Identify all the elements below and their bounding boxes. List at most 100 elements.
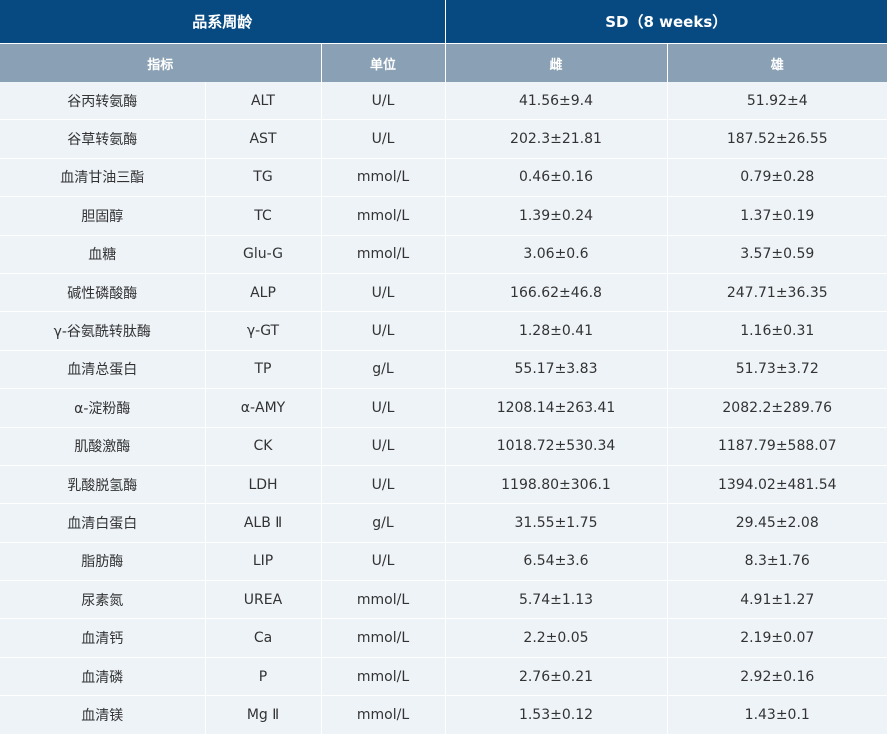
table-row: 血清磷 Pmmol/L 2.76±0.21 2.92±0.16 bbox=[0, 657, 887, 697]
table-row: 血清甘油三酯 TG mmol/L 0.46±0.16 0.79±0.28 bbox=[0, 158, 887, 198]
female-value-cell: 166.62±46.8 bbox=[445, 273, 668, 313]
indicator-abbr-cell: LDH bbox=[205, 465, 322, 505]
female-value-cell: 55.17±3.83 bbox=[445, 350, 668, 390]
indicator-abbr-cell: γ-GT bbox=[205, 311, 322, 351]
indicator-abbr-cell: AST bbox=[205, 119, 322, 159]
indicator-name-cell: 肌酸激酶 bbox=[0, 427, 206, 466]
indicator-abbr-cell: CK bbox=[205, 427, 322, 466]
male-value-cell: 187.52±26.55 bbox=[667, 119, 887, 159]
unit-cell: mmol/L bbox=[321, 618, 446, 658]
female-value-cell: 0.46±0.16 bbox=[445, 158, 668, 198]
female-value-cell: 2.76±0.21 bbox=[445, 657, 668, 697]
indicator-abbr-cell: TP bbox=[205, 350, 322, 390]
male-value-cell: 2.19±0.07 bbox=[667, 618, 887, 658]
female-value-cell: 41.56±9.4 bbox=[445, 82, 668, 121]
male-value-cell: 2082.2±289.76 bbox=[667, 388, 887, 428]
header-row-sub: 指标 单位 雌 雄 bbox=[0, 43, 887, 82]
indicator-abbr-cell: TG bbox=[205, 158, 322, 198]
table-row: 谷草转氨酶 AST U/L 202.3±21.81 187.52±26.55 bbox=[0, 119, 887, 159]
female-value-cell: 5.74±1.13 bbox=[445, 580, 668, 620]
male-value-cell: 0.79±0.28 bbox=[667, 158, 887, 198]
male-value-cell: 3.57±0.59 bbox=[667, 235, 887, 274]
male-header: 雄 bbox=[667, 43, 887, 82]
indicator-name-cell: 胆固醇 bbox=[0, 196, 206, 236]
female-value-cell: 31.55±1.75 bbox=[445, 503, 668, 543]
male-value-cell: 1187.79±588.07 bbox=[667, 427, 887, 466]
header-row-top: 品系周龄 SD（8 weeks） bbox=[0, 0, 887, 44]
female-value-cell: 2.2±0.05 bbox=[445, 618, 668, 658]
unit-cell: g/L bbox=[321, 503, 446, 543]
unit-header: 单位 bbox=[321, 43, 446, 82]
indicator-name-cell: 碱性磷酸酶 bbox=[0, 273, 206, 313]
table-row: 血清白蛋白 ALB Ⅱg/L 31.55±1.75 29.45±2.08 bbox=[0, 503, 887, 543]
table-row: 血清镁 Mg Ⅱmmol/L 1.53±0.12 1.43±0.1 bbox=[0, 695, 887, 735]
male-value-cell: 8.3±1.76 bbox=[667, 542, 887, 582]
male-value-cell: 29.45±2.08 bbox=[667, 503, 887, 543]
indicator-name-cell: 脂肪酶 bbox=[0, 542, 206, 582]
unit-cell: mmol/L bbox=[321, 657, 446, 697]
unit-cell: U/L bbox=[321, 82, 446, 121]
female-value-cell: 1018.72±530.34 bbox=[445, 427, 668, 466]
male-value-cell: 51.92±4 bbox=[667, 82, 887, 121]
unit-cell: mmol/L bbox=[321, 235, 446, 274]
indicator-abbr-cell: ALT bbox=[205, 82, 322, 121]
indicator-name-cell: 血清磷 bbox=[0, 657, 206, 697]
unit-cell: g/L bbox=[321, 350, 446, 390]
female-value-cell: 1208.14±263.41 bbox=[445, 388, 668, 428]
table-row: 血清钙 Ca mmol/L 2.2±0.05 2.19±0.07 bbox=[0, 618, 887, 658]
female-value-cell: 6.54±3.6 bbox=[445, 542, 668, 582]
male-value-cell: 1.16±0.31 bbox=[667, 311, 887, 351]
unit-cell: U/L bbox=[321, 465, 446, 505]
indicator-name-cell: 血清总蛋白 bbox=[0, 350, 206, 390]
table-row: 脂肪酶 LIP U/L 6.54±3.6 8.3±1.76 bbox=[0, 542, 887, 582]
indicator-abbr-cell: Ca bbox=[205, 618, 322, 658]
female-value-cell: 202.3±21.81 bbox=[445, 119, 668, 159]
table-body: 谷丙转氨酶 ALT U/L 41.56±9.4 51.92±4 谷草转氨酶 AST U/L 20… bbox=[0, 82, 887, 735]
female-value-cell: 3.06±0.6 bbox=[445, 235, 668, 274]
indicator-abbr-cell: UREA bbox=[205, 580, 322, 620]
table-row: 碱性磷酸酶 ALP U/L 166.62±46.8 247.71±36.35 bbox=[0, 273, 887, 313]
unit-cell: U/L bbox=[321, 542, 446, 582]
biochem-table: 品系周龄 SD（8 weeks） 指标 单位 雌 雄 谷丙转氨酶 ALT U/L 41… bbox=[0, 0, 887, 735]
table-row: 肌酸激酶 CK U/L 1018.72±530.34 1187.79±588.07 bbox=[0, 427, 887, 466]
indicator-abbr-cell: P bbox=[205, 657, 322, 697]
male-value-cell: 51.73±3.72 bbox=[667, 350, 887, 390]
indicator-abbr-cell: α-AMY bbox=[205, 388, 322, 428]
indicator-name-cell: 血清镁 bbox=[0, 695, 206, 735]
indicator-name-cell: 乳酸脱氢酶 bbox=[0, 465, 206, 505]
indicator-abbr-cell: ALP bbox=[205, 273, 322, 313]
male-value-cell: 1394.02±481.54 bbox=[667, 465, 887, 505]
table-row: 血清总蛋白 TP g/L 55.17±3.83 51.73±3.72 bbox=[0, 350, 887, 390]
indicator-abbr-cell: LIP bbox=[205, 542, 322, 582]
indicator-name-cell: 谷草转氨酶 bbox=[0, 119, 206, 159]
female-value-cell: 1.39±0.24 bbox=[445, 196, 668, 236]
indicator-abbr-cell: Mg Ⅱ bbox=[205, 695, 322, 735]
table-row: 血糖 Glu-G mmol/L 3.06±0.6 3.57±0.59 bbox=[0, 235, 887, 274]
unit-cell: mmol/L bbox=[321, 695, 446, 735]
unit-cell: U/L bbox=[321, 388, 446, 428]
indicator-name-cell: α-淀粉酶 bbox=[0, 388, 206, 428]
indicator-abbr-cell: TC bbox=[205, 196, 322, 236]
indicator-name-cell: 血清白蛋白 bbox=[0, 503, 206, 543]
indicator-name-cell: 血清钙 bbox=[0, 618, 206, 658]
indicator-abbr-cell: Glu-G bbox=[205, 235, 322, 274]
male-value-cell: 1.43±0.1 bbox=[667, 695, 887, 735]
male-value-cell: 1.37±0.19 bbox=[667, 196, 887, 236]
strain-age-header: 品系周龄 bbox=[0, 0, 446, 44]
male-value-cell: 2.92±0.16 bbox=[667, 657, 887, 697]
female-header: 雌 bbox=[445, 43, 668, 82]
indicator-name-cell: 谷丙转氨酶 bbox=[0, 82, 206, 121]
unit-cell: mmol/L bbox=[321, 196, 446, 236]
indicator-name-cell: 血清甘油三酯 bbox=[0, 158, 206, 198]
male-value-cell: 247.71±36.35 bbox=[667, 273, 887, 313]
male-value-cell: 4.91±1.27 bbox=[667, 580, 887, 620]
female-value-cell: 1.28±0.41 bbox=[445, 311, 668, 351]
unit-cell: U/L bbox=[321, 273, 446, 313]
female-value-cell: 1198.80±306.1 bbox=[445, 465, 668, 505]
indicator-name-cell: 血糖 bbox=[0, 235, 206, 274]
table-row: γ-谷氨酰转肽酶 γ-GT U/L 1.28±0.41 1.16±0.31 bbox=[0, 311, 887, 351]
table-row: α-淀粉酶 α-AMY U/L 1208.14±263.41 2082.2±289.76 bbox=[0, 388, 887, 428]
table-row: 乳酸脱氢酶 LDH U/L 1198.80±306.1 1394.02±481.54 bbox=[0, 465, 887, 505]
indicator-name-cell: γ-谷氨酰转肽酶 bbox=[0, 311, 206, 351]
unit-cell: U/L bbox=[321, 311, 446, 351]
